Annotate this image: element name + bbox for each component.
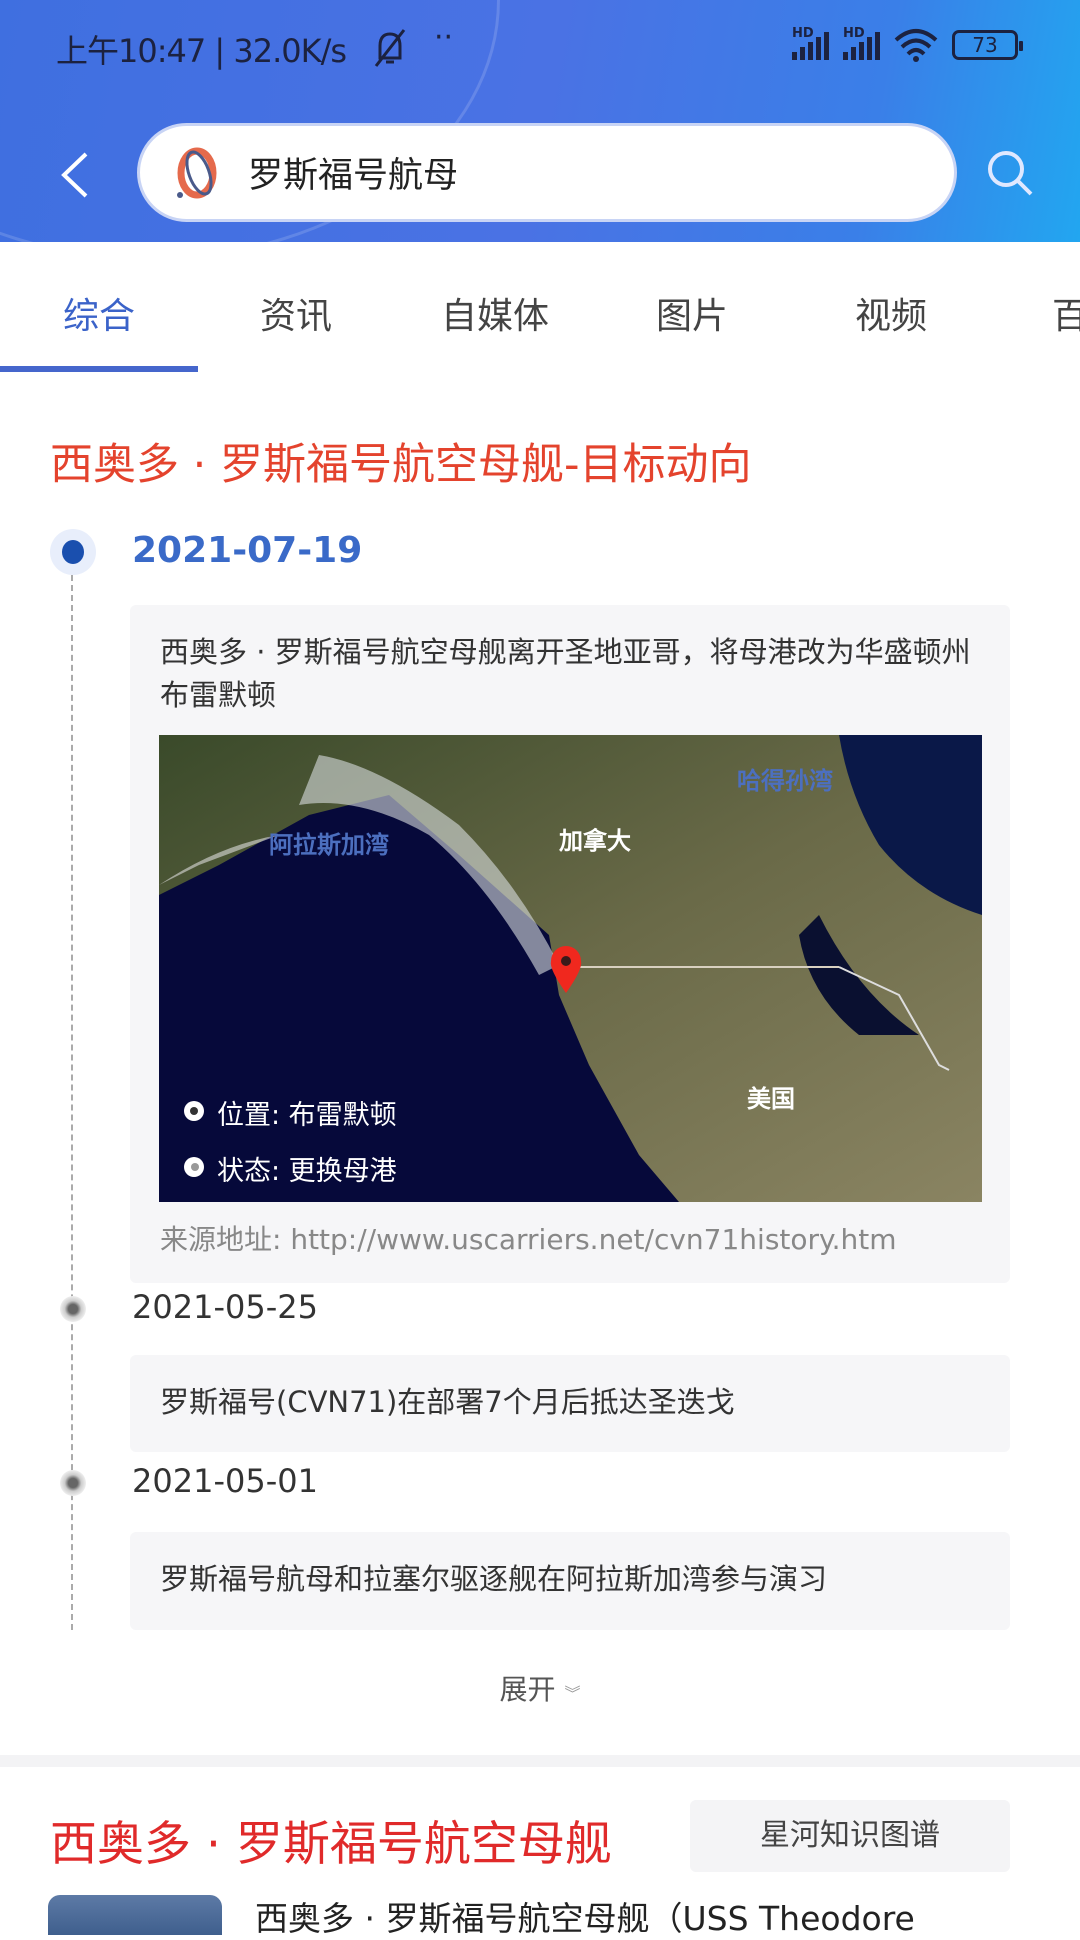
header: 上午10:47 | 32.0K/s ·· HD HD 73 罗斯福号航母: [0, 0, 1080, 242]
map-label-gulf-alaska: 阿拉斯加湾: [269, 831, 389, 859]
wifi-icon: [894, 29, 938, 62]
section-divider: [0, 1755, 1080, 1767]
timeline-dot: [60, 1296, 86, 1322]
knowledge-graph-button[interactable]: 星河知识图谱: [690, 1800, 1010, 1872]
event-card[interactable]: 罗斯福号(CVN71)在部署7个月后抵达圣迭戈: [130, 1355, 1010, 1452]
signal-icon: HD: [792, 26, 829, 60]
location-pin-icon: [550, 946, 582, 993]
timeline-dot-active: [50, 529, 96, 575]
mute-bell-icon: [374, 29, 406, 67]
tab-baike[interactable]: 百: [1052, 287, 1080, 339]
event-text: 罗斯福号(CVN71)在部署7个月后抵达圣迭戈: [160, 1385, 735, 1419]
status-icons: HD HD 73: [792, 26, 1023, 62]
status-marker-icon: [184, 1157, 204, 1177]
item-thumbnail[interactable]: [48, 1895, 222, 1935]
tab-news[interactable]: 资讯: [260, 287, 332, 339]
app-logo-icon: [177, 147, 217, 198]
timeline-dot: [60, 1470, 86, 1496]
event-card[interactable]: 罗斯福号航母和拉塞尔驱逐舰在阿拉斯加湾参与演习: [130, 1532, 1010, 1630]
knowledge-title[interactable]: 西奥多 · 罗斯福号航空母舰: [50, 1805, 612, 1874]
event-date: 2021-05-01: [132, 1462, 318, 1500]
tab-we-media[interactable]: 自媒体: [441, 287, 549, 339]
back-arrow-icon[interactable]: [56, 150, 92, 200]
search-input[interactable]: 罗斯福号航母: [137, 123, 957, 222]
map-location-text: 位置: 布雷默顿: [217, 1100, 397, 1131]
event-text: 罗斯福号航母和拉塞尔驱逐舰在阿拉斯加湾参与演习: [160, 1562, 828, 1596]
map-label-hudson-bay: 哈得孙湾: [737, 767, 833, 795]
tab-images[interactable]: 图片: [656, 287, 728, 339]
more-notifications-icon: ··: [434, 20, 454, 55]
status-time-speed: 上午10:47 | 32.0K/s: [56, 32, 347, 70]
battery-icon: 73: [952, 30, 1023, 60]
event-date: 2021-05-25: [132, 1288, 318, 1326]
map-status-text: 状态: 更换母港: [217, 1156, 397, 1187]
item-title[interactable]: 西奥多 · 罗斯福号航空母舰（USS Theodore: [255, 1892, 915, 1940]
map-image[interactable]: 阿拉斯加湾 哈得孙湾 加拿大 美国 位置: 布雷默顿 状态: 更换母港: [159, 735, 982, 1202]
tab-bar: 综合 资讯 自媒体 图片 视频 百: [0, 242, 1080, 372]
tab-all[interactable]: 综合: [63, 287, 135, 339]
signal-icon-2: HD: [843, 26, 880, 60]
expand-label: 展开: [499, 1673, 556, 1706]
location-marker-icon: [184, 1101, 204, 1121]
chevron-down-icon: ︾: [564, 1684, 581, 1703]
map-label-usa: 美国: [747, 1085, 795, 1113]
source-link[interactable]: 来源地址: http://www.uscarriers.net/cvn71his…: [160, 1218, 897, 1258]
event-text: 西奥多 · 罗斯福号航空母舰离开圣地亚哥，将母港改为华盛顿州布雷默顿: [160, 635, 971, 712]
tab-videos[interactable]: 视频: [855, 287, 927, 339]
search-query[interactable]: 罗斯福号航母: [248, 147, 458, 198]
event-date: 2021-07-19: [132, 530, 363, 571]
expand-button[interactable]: 展开 ︾: [0, 1668, 1080, 1708]
search-icon[interactable]: [985, 148, 1035, 198]
timeline-title[interactable]: 西奥多 · 罗斯福号航空母舰-目标动向: [50, 430, 752, 492]
map-label-canada: 加拿大: [559, 827, 631, 855]
active-tab-indicator: [0, 366, 198, 372]
